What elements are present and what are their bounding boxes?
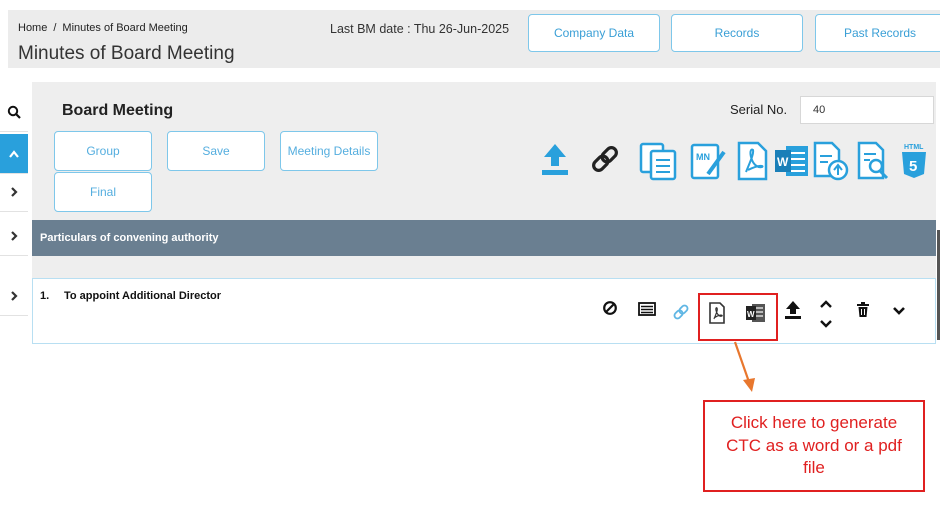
last-bm-date: Last BM date : Thu 26-Jun-2025: [330, 22, 510, 36]
html5-icon[interactable]: HTML 5: [898, 140, 930, 180]
chevron-up-icon: [9, 149, 19, 158]
file-upload-icon[interactable]: [812, 140, 850, 182]
board-meeting-title: Board Meeting: [62, 102, 174, 119]
link-icon[interactable]: [672, 303, 690, 321]
page-title: Minutes of Board Meeting: [18, 43, 235, 64]
breadcrumb-separator: /: [53, 22, 57, 34]
chevron-right-icon: [11, 230, 18, 241]
sidebar: [0, 92, 28, 342]
annotation-text: Click here to generate CTC as a word or …: [726, 412, 902, 478]
chevron-right-icon: [11, 186, 18, 197]
minutes-edit-icon[interactable]: MN: [688, 140, 728, 182]
sidebar-expand-2[interactable]: [0, 216, 28, 256]
breadcrumb: Home / Minutes of Board Meeting: [18, 22, 188, 34]
file-search-icon[interactable]: [856, 140, 892, 182]
save-button[interactable]: Save: [167, 131, 265, 171]
sidebar-search[interactable]: [0, 92, 28, 132]
search-icon: [7, 105, 21, 119]
svg-text:W: W: [777, 155, 789, 169]
meeting-details-button[interactable]: Meeting Details: [280, 131, 378, 171]
serial-no-input[interactable]: 40: [800, 96, 934, 124]
link-icon[interactable]: [588, 140, 622, 178]
breadcrumb-current: Minutes of Board Meeting: [62, 22, 188, 34]
block-icon[interactable]: [602, 300, 618, 316]
page: Home / Minutes of Board Meeting Minutes …: [0, 0, 940, 518]
word-icon[interactable]: W: [772, 140, 812, 182]
svg-text:5: 5: [909, 158, 917, 175]
upload-icon[interactable]: [784, 300, 802, 320]
serial-no-label: Serial No.: [730, 102, 788, 117]
agenda-item-text: To appoint Additional Director: [64, 290, 222, 302]
upload-icon[interactable]: [540, 140, 570, 178]
past-records-button[interactable]: Past Records: [815, 14, 940, 52]
annotation-highlight-box: [698, 293, 778, 341]
breadcrumb-home[interactable]: Home: [18, 22, 47, 34]
annotation-arrow: [733, 341, 755, 392]
final-button[interactable]: Final: [54, 172, 152, 212]
sidebar-expand-3[interactable]: [0, 276, 28, 316]
chevron-down-icon[interactable]: [892, 306, 906, 316]
pdf-icon[interactable]: [736, 140, 770, 182]
annotation-callout: Click here to generate CTC as a word or …: [703, 400, 925, 492]
chevron-right-icon: [11, 290, 18, 301]
list-icon[interactable]: [638, 302, 656, 316]
copy-icon[interactable]: [638, 140, 678, 182]
section-convening-authority[interactable]: Particulars of convening authority: [32, 220, 936, 256]
delete-icon[interactable]: [856, 302, 870, 318]
group-button[interactable]: Group: [54, 131, 152, 171]
move-icon[interactable]: [818, 298, 834, 330]
agenda-item-number: 1.: [40, 290, 50, 302]
company-data-button[interactable]: Company Data: [528, 14, 660, 52]
svg-text:HTML: HTML: [904, 144, 924, 151]
svg-text:MN: MN: [696, 152, 710, 162]
sidebar-collapse[interactable]: [0, 134, 28, 174]
records-button[interactable]: Records: [671, 14, 803, 52]
sidebar-expand-1[interactable]: [0, 172, 28, 212]
